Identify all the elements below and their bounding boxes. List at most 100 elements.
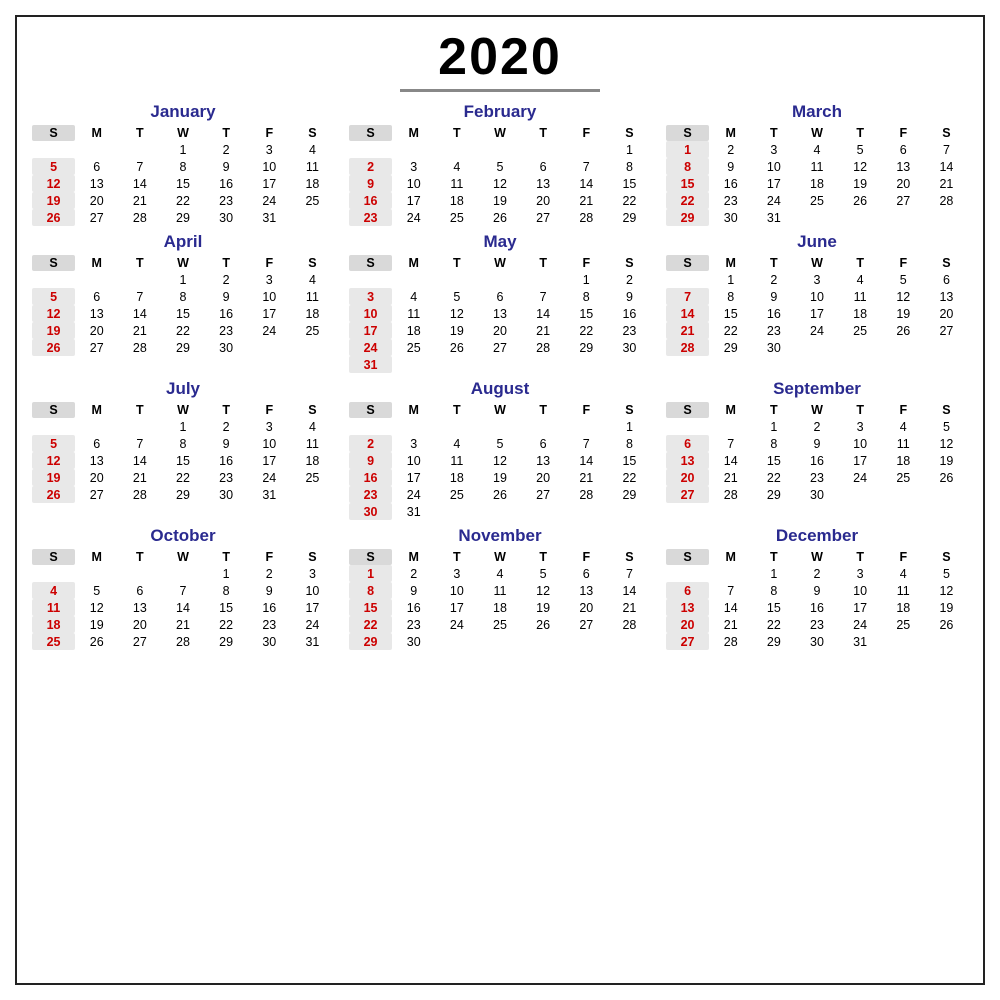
day-cell xyxy=(565,418,608,435)
day-cell: 13 xyxy=(666,599,709,616)
day-cell: 13 xyxy=(666,452,709,469)
week-row: 15161718192021 xyxy=(666,175,968,192)
day-cell: 24 xyxy=(839,469,882,486)
day-cell: 11 xyxy=(839,288,882,305)
day-cell: 21 xyxy=(666,322,709,339)
day-cell: 25 xyxy=(392,339,435,356)
day-cell: 30 xyxy=(795,633,838,650)
day-cell: 9 xyxy=(205,158,248,175)
day-cell xyxy=(75,565,118,582)
day-cell: 8 xyxy=(608,158,651,175)
day-cell: 28 xyxy=(118,209,161,226)
day-cell: 6 xyxy=(925,271,968,288)
day-header-T-4: T xyxy=(205,402,248,418)
day-cell xyxy=(522,141,565,158)
day-cell: 14 xyxy=(522,305,565,322)
month-table-december: SMTWTFS123456789101112131415161718192021… xyxy=(666,549,968,650)
day-cell: 18 xyxy=(32,616,75,633)
day-cell: 28 xyxy=(565,209,608,226)
day-header-S-6: S xyxy=(608,125,651,141)
day-cell: 24 xyxy=(248,322,291,339)
day-cell: 21 xyxy=(565,469,608,486)
day-header-W-3: W xyxy=(795,125,838,141)
day-cell: 25 xyxy=(478,616,521,633)
day-cell: 19 xyxy=(32,469,75,486)
day-cell: 14 xyxy=(565,175,608,192)
day-header-T-4: T xyxy=(839,255,882,271)
day-cell: 29 xyxy=(161,209,204,226)
day-cell: 2 xyxy=(248,565,291,582)
month-table-may: SMTWTFS123456789101112131415161718192021… xyxy=(349,255,651,373)
day-header-W-3: W xyxy=(478,125,521,141)
day-cell: 12 xyxy=(882,288,925,305)
day-cell: 3 xyxy=(839,565,882,582)
day-cell: 27 xyxy=(522,209,565,226)
day-cell: 29 xyxy=(752,633,795,650)
day-cell: 10 xyxy=(795,288,838,305)
day-header-M-1: M xyxy=(75,402,118,418)
day-cell: 16 xyxy=(608,305,651,322)
week-row: 25262728293031 xyxy=(32,633,334,650)
day-cell: 7 xyxy=(709,435,752,452)
day-cell: 21 xyxy=(522,322,565,339)
day-cell: 29 xyxy=(666,209,709,226)
day-cell xyxy=(32,141,75,158)
day-cell: 12 xyxy=(925,435,968,452)
week-row: 19202122232425 xyxy=(32,469,334,486)
day-cell xyxy=(839,486,882,503)
day-cell xyxy=(478,271,521,288)
day-header-F-5: F xyxy=(565,125,608,141)
day-cell: 6 xyxy=(522,158,565,175)
day-cell: 26 xyxy=(925,616,968,633)
day-cell: 8 xyxy=(608,435,651,452)
week-row: 23242526272829 xyxy=(349,486,651,503)
day-cell xyxy=(795,209,838,226)
week-row: 262728293031 xyxy=(32,486,334,503)
day-cell: 2 xyxy=(608,271,651,288)
day-cell: 24 xyxy=(248,469,291,486)
day-cell: 19 xyxy=(32,322,75,339)
week-row: 1234 xyxy=(32,418,334,435)
day-header-T-4: T xyxy=(522,125,565,141)
day-cell: 25 xyxy=(795,192,838,209)
day-cell: 15 xyxy=(752,599,795,616)
day-cell: 27 xyxy=(882,192,925,209)
week-row: 1234 xyxy=(32,271,334,288)
day-cell: 22 xyxy=(709,322,752,339)
day-cell xyxy=(392,271,435,288)
day-cell: 16 xyxy=(752,305,795,322)
month-title-april: April xyxy=(32,232,334,252)
week-row: 14151617181920 xyxy=(666,305,968,322)
day-cell: 11 xyxy=(291,288,334,305)
day-cell: 11 xyxy=(435,452,478,469)
day-header-S-6: S xyxy=(291,402,334,418)
day-cell xyxy=(435,418,478,435)
day-cell: 28 xyxy=(161,633,204,650)
day-header-S-0: S xyxy=(349,549,392,565)
day-cell: 24 xyxy=(752,192,795,209)
day-cell: 19 xyxy=(882,305,925,322)
day-cell: 19 xyxy=(839,175,882,192)
day-cell: 29 xyxy=(565,339,608,356)
day-cell: 11 xyxy=(32,599,75,616)
day-cell: 25 xyxy=(435,486,478,503)
day-cell: 29 xyxy=(608,209,651,226)
day-cell: 31 xyxy=(349,356,392,373)
day-cell: 16 xyxy=(795,452,838,469)
day-cell: 24 xyxy=(291,616,334,633)
day-cell: 28 xyxy=(565,486,608,503)
day-cell: 22 xyxy=(666,192,709,209)
day-cell: 2 xyxy=(205,141,248,158)
week-row: 2345678 xyxy=(349,158,651,175)
day-cell xyxy=(349,271,392,288)
day-cell: 7 xyxy=(666,288,709,305)
day-cell: 12 xyxy=(839,158,882,175)
day-cell: 29 xyxy=(752,486,795,503)
day-cell: 2 xyxy=(392,565,435,582)
day-header-S-6: S xyxy=(925,125,968,141)
day-cell: 2 xyxy=(709,141,752,158)
day-header-W-3: W xyxy=(478,255,521,271)
day-cell: 25 xyxy=(291,469,334,486)
day-cell: 15 xyxy=(666,175,709,192)
day-cell: 13 xyxy=(75,175,118,192)
